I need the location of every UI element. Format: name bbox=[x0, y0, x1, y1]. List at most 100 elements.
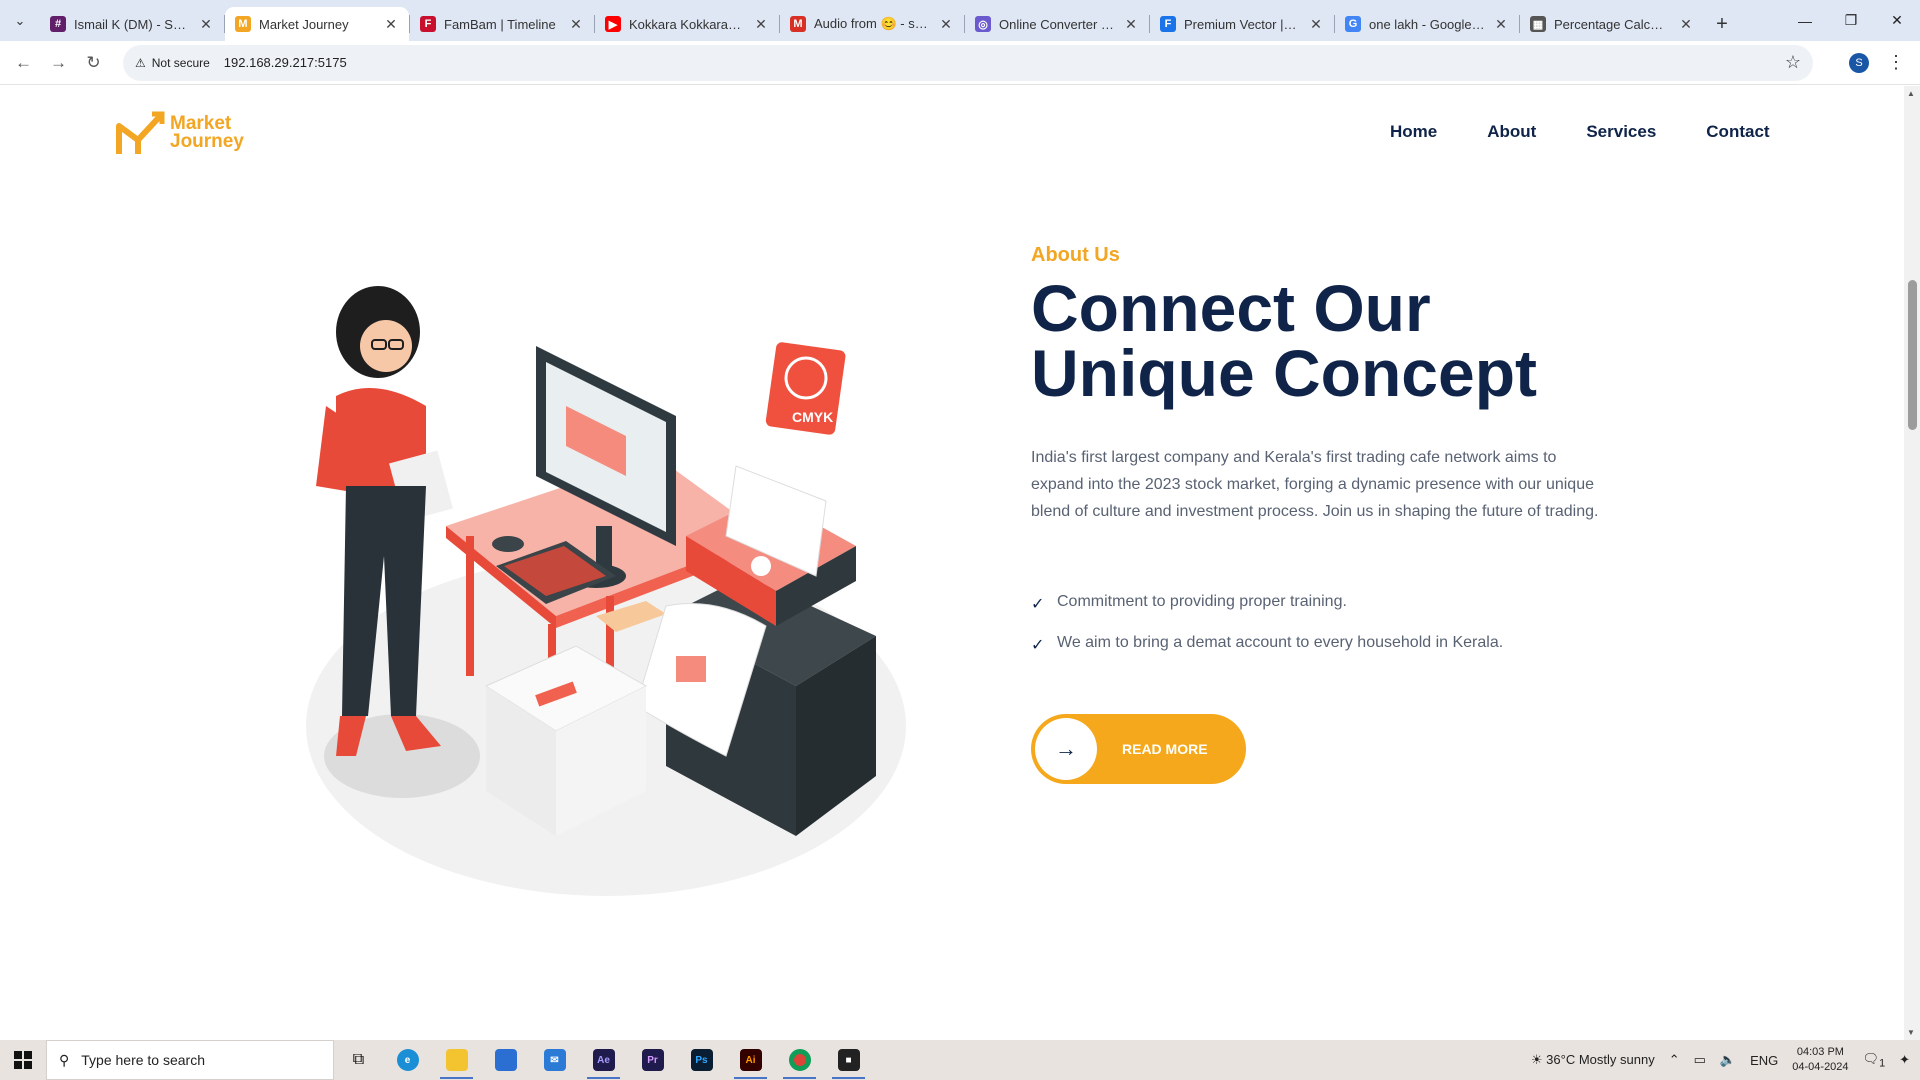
tab-close-icon[interactable]: ✕ bbox=[1678, 16, 1694, 33]
weather-widget[interactable]: ☀ 36°C Mostly sunny bbox=[1531, 1052, 1655, 1068]
browser-tab[interactable]: # Ismail K (DM) - Seclob ✕ bbox=[40, 7, 224, 41]
browser-tab[interactable]: F Premium Vector | Cou ✕ bbox=[1150, 7, 1334, 41]
scrollbar-thumb[interactable] bbox=[1908, 280, 1917, 430]
minimize-icon[interactable]: — bbox=[1782, 0, 1828, 41]
file-explorer-icon[interactable] bbox=[432, 1040, 481, 1080]
screen-recorder-icon[interactable]: ■ bbox=[824, 1040, 873, 1080]
tab-favicon-icon: G bbox=[1345, 16, 1361, 32]
photoshop-icon[interactable]: Ps bbox=[677, 1040, 726, 1080]
section-description: India's first largest company and Kerala… bbox=[1031, 449, 1599, 520]
scroll-down-icon[interactable]: ▼ bbox=[1907, 1028, 1915, 1037]
not-secure-indicator[interactable]: ⚠ Not secure bbox=[135, 56, 210, 70]
logo-line-2: Journey bbox=[170, 131, 244, 152]
forward-icon[interactable]: → bbox=[41, 45, 76, 80]
volume-icon[interactable]: 🔈 bbox=[1720, 1052, 1736, 1068]
close-window-icon[interactable]: ✕ bbox=[1874, 0, 1920, 41]
notifications-icon[interactable]: 🗨1 bbox=[1863, 1051, 1886, 1070]
back-icon[interactable]: ← bbox=[6, 45, 41, 80]
browser-tab[interactable]: ▶ Kokkara Kokkarako - ✕ bbox=[595, 7, 779, 41]
edge-icon[interactable]: e bbox=[383, 1040, 432, 1080]
premiere-icon[interactable]: Pr bbox=[628, 1040, 677, 1080]
task-view-icon[interactable]: ⧉ bbox=[334, 1040, 383, 1080]
mail-icon[interactable]: ✉ bbox=[530, 1040, 579, 1080]
restore-icon[interactable]: ❐ bbox=[1828, 0, 1874, 41]
logo-mark-icon bbox=[116, 111, 165, 154]
language-indicator[interactable]: ENG bbox=[1750, 1053, 1778, 1068]
warning-icon: ⚠ bbox=[135, 55, 146, 70]
clock[interactable]: 04:03 PM 04-04-2024 bbox=[1792, 1045, 1848, 1075]
omnibox[interactable]: ⚠ Not secure 192.168.29.217:5175 ☆ bbox=[123, 44, 1813, 81]
tab-close-icon[interactable]: ✕ bbox=[1123, 16, 1139, 33]
tab-favicon-icon: ▦ bbox=[1530, 16, 1546, 32]
tray-chevron-icon[interactable]: ⌃ bbox=[1669, 1052, 1680, 1068]
tab-favicon-icon: # bbox=[50, 16, 66, 32]
main-nav: Home About Services Contact bbox=[1390, 122, 1770, 142]
tab-search-chevron-icon[interactable]: ⌄ bbox=[0, 0, 40, 41]
page-scrollbar[interactable]: ▲ ▼ bbox=[1904, 86, 1920, 1040]
logo-text: Market Journey bbox=[170, 114, 244, 152]
site-logo[interactable]: Market Journey bbox=[116, 110, 244, 156]
browser-tab[interactable]: F FamBam | Timeline ✕ bbox=[410, 7, 594, 41]
checklist-item: ✓ Commitment to providing proper trainin… bbox=[1031, 593, 1347, 613]
tab-favicon-icon: M bbox=[790, 16, 806, 32]
tab-close-icon[interactable]: ✕ bbox=[383, 16, 399, 33]
tab-title: Market Journey bbox=[259, 16, 349, 32]
tab-favicon-icon: F bbox=[1160, 16, 1176, 32]
browser-tab[interactable]: Gone lakh - Google Se ✕ bbox=[1335, 7, 1519, 41]
nav-home[interactable]: Home bbox=[1390, 122, 1437, 142]
after-effects-icon[interactable]: Ae bbox=[579, 1040, 628, 1080]
tab-title: Percentage Calculato bbox=[1554, 16, 1670, 32]
browser-tab[interactable]: M Audio from 😊 - secl ✕ bbox=[780, 7, 964, 41]
office-illustration: CMYK bbox=[306, 286, 906, 896]
search-icon: ⚲ bbox=[59, 1051, 70, 1068]
tab-favicon-icon: M bbox=[235, 16, 251, 32]
checklist-item: ✓ We aim to bring a demat account to eve… bbox=[1031, 634, 1504, 654]
browser-tab[interactable]: M Market Journey ✕ bbox=[225, 7, 409, 41]
nav-contact[interactable]: Contact bbox=[1706, 122, 1769, 142]
new-tab-button[interactable]: + bbox=[1704, 7, 1740, 41]
tab-favicon-icon: ◎ bbox=[975, 16, 991, 32]
nav-services[interactable]: Services bbox=[1586, 122, 1656, 142]
store-icon[interactable] bbox=[481, 1040, 530, 1080]
network-icon[interactable]: ▭ bbox=[1694, 1052, 1706, 1068]
tab-close-icon[interactable]: ✕ bbox=[938, 16, 954, 33]
clock-time: 04:03 PM bbox=[1796, 1046, 1844, 1058]
checklist-text: Commitment to providing proper training. bbox=[1057, 593, 1347, 610]
tab-close-icon[interactable]: ✕ bbox=[1308, 16, 1324, 33]
checklist-text: We aim to bring a demat account to every… bbox=[1057, 634, 1504, 651]
chrome-icon[interactable] bbox=[775, 1040, 824, 1080]
tab-title: Ismail K (DM) - Seclob bbox=[74, 16, 190, 32]
notification-count: 1 bbox=[1879, 1057, 1886, 1070]
read-more-button[interactable]: → READ MORE bbox=[1031, 714, 1246, 784]
profile-avatar[interactable]: S bbox=[1849, 52, 1869, 73]
copilot-icon[interactable]: ✦ bbox=[1899, 1052, 1910, 1068]
illustrator-icon[interactable]: Ai bbox=[726, 1040, 775, 1080]
tab-close-icon[interactable]: ✕ bbox=[1493, 16, 1509, 33]
tab-strip: ⌄ # Ismail K (DM) - Seclob ✕ M Market Journe… bbox=[0, 0, 1920, 41]
arrow-right-icon: → bbox=[1035, 718, 1097, 780]
tab-title: Online Converter - Co bbox=[999, 16, 1115, 32]
tab-close-icon[interactable]: ✕ bbox=[198, 16, 214, 33]
tab-favicon-icon: F bbox=[420, 16, 436, 32]
headline-line-2: Unique Concept bbox=[1031, 336, 1537, 410]
web-page: Market Journey Home About Services Conta… bbox=[0, 86, 1904, 1040]
browser-tab[interactable]: ◎ Online Converter - Co ✕ bbox=[965, 7, 1149, 41]
scroll-up-icon[interactable]: ▲ bbox=[1907, 89, 1915, 98]
check-icon: ✓ bbox=[1031, 596, 1045, 613]
browser-menu-icon[interactable]: ⋮ bbox=[1887, 52, 1905, 73]
windows-start-icon[interactable] bbox=[0, 1040, 46, 1080]
taskbar-search[interactable]: ⚲ Type here to search bbox=[46, 1040, 334, 1080]
tab-title: Kokkara Kokkarako - bbox=[629, 16, 745, 32]
tab-close-icon[interactable]: ✕ bbox=[568, 16, 584, 33]
windows-taskbar: ⚲ Type here to search ⧉ e ✉ Ae Pr Ps Ai … bbox=[0, 1040, 1920, 1080]
tab-title: Audio from 😊 - secl bbox=[814, 16, 930, 31]
browser-tab[interactable]: ▦ Percentage Calculato ✕ bbox=[1520, 7, 1704, 41]
tab-close-icon[interactable]: ✕ bbox=[753, 16, 769, 33]
bookmark-star-icon[interactable]: ☆ bbox=[1785, 52, 1801, 73]
reload-icon[interactable]: ↻ bbox=[76, 45, 111, 80]
nav-about[interactable]: About bbox=[1487, 122, 1536, 142]
url-text[interactable]: 192.168.29.217:5175 bbox=[224, 55, 347, 70]
section-headline: Connect Our Unique Concept bbox=[1031, 275, 1631, 406]
tab-title: FamBam | Timeline bbox=[444, 16, 556, 32]
read-more-label: READ MORE bbox=[1122, 741, 1208, 757]
